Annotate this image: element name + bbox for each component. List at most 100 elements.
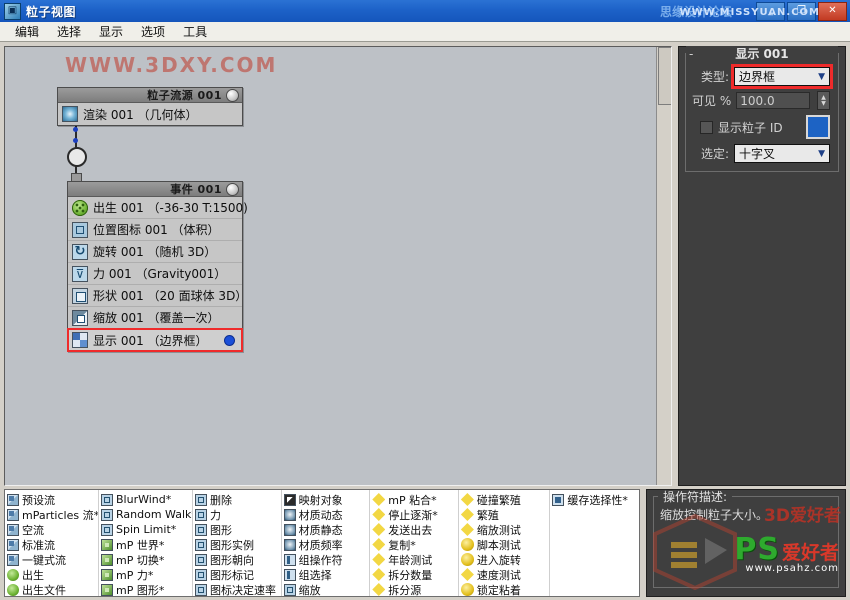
event-row-position[interactable]: 位置图标 001 （体积） bbox=[68, 219, 242, 241]
collapse-icon[interactable]: - bbox=[689, 46, 693, 62]
particle-view-canvas[interactable]: WWW.3DXY.COM 粒子流源 001 渲染 001 （几何体） 事件 00… bbox=[4, 46, 672, 486]
depot-item[interactable]: 材质频率 bbox=[283, 537, 370, 552]
type-dropdown-value: 边界框 bbox=[739, 70, 776, 84]
depot-item[interactable]: 删除 bbox=[195, 492, 281, 507]
canvas-vertical-scrollbar[interactable] bbox=[656, 47, 671, 485]
depot-item[interactable]: mParticles 流* bbox=[7, 507, 98, 522]
depot-item[interactable]: 年龄测试 bbox=[372, 552, 458, 567]
render-icon bbox=[62, 106, 78, 122]
particle-flow-source-node[interactable]: 粒子流源 001 渲染 001 （几何体） bbox=[57, 87, 243, 126]
depot-item-label: 年龄测试 bbox=[388, 553, 433, 567]
flow-icon bbox=[7, 508, 19, 521]
depot-item[interactable]: 图形标记 bbox=[195, 567, 281, 582]
event-row-birth[interactable]: 出生 001 （-36-30 T:1500) bbox=[68, 197, 248, 219]
depot-item[interactable]: 碰撞繁殖 bbox=[460, 492, 549, 507]
depot-panel[interactable]: 预设流 mParticles 流* 空流 标准流 一键式流 出生 出生文件 Bl… bbox=[4, 489, 640, 597]
depot-column-operators-c: 映射对象 材质动态 材质静态 材质频率 组操作符 组选择 缩放 bbox=[282, 490, 371, 596]
color-swatch[interactable] bbox=[806, 115, 830, 139]
depot-item[interactable]: 速度测试 bbox=[460, 567, 549, 582]
depot-item[interactable]: 拆分数量 bbox=[372, 567, 458, 582]
depot-item[interactable]: 材质静态 bbox=[283, 522, 370, 537]
depot-item[interactable]: 预设流 bbox=[7, 492, 98, 507]
event-row-rotation[interactable]: ↻ 旋转 001 （随机 3D） bbox=[68, 241, 242, 263]
depot-item[interactable]: 复制* bbox=[372, 537, 458, 552]
depot-item[interactable]: 一键式流 bbox=[7, 552, 98, 567]
depot-item[interactable]: 组操作符 bbox=[283, 552, 370, 567]
show-particle-id-checkbox[interactable] bbox=[700, 120, 713, 134]
depot-item[interactable]: mP 图形* bbox=[101, 582, 192, 597]
selected-dropdown[interactable]: 十字叉 ▼ bbox=[734, 144, 830, 163]
event-node-title: 事件 001 bbox=[170, 183, 222, 196]
depot-item-label: 组选择 bbox=[298, 568, 332, 582]
depot-item[interactable]: 标准流 bbox=[7, 537, 98, 552]
scrollbar-thumb[interactable] bbox=[658, 47, 671, 105]
rotate-icon: ↻ bbox=[72, 243, 88, 260]
depot-item[interactable]: 出生文件 bbox=[7, 582, 98, 596]
event-row-scale[interactable]: 缩放 001 （覆盖一次） bbox=[68, 307, 242, 329]
description-body: 缩放控制粒子大小。 bbox=[660, 508, 769, 522]
depot-item[interactable]: 组选择 bbox=[283, 567, 370, 582]
test-icon bbox=[372, 568, 386, 581]
flow-icon bbox=[7, 538, 19, 551]
event-input-socket[interactable] bbox=[67, 147, 87, 167]
event-row-display[interactable]: 显示 001 （边界框） bbox=[67, 328, 243, 352]
menu-select[interactable]: 选择 bbox=[48, 21, 90, 42]
mp-icon bbox=[101, 553, 113, 566]
menu-tools[interactable]: 工具 bbox=[174, 21, 216, 42]
depot-item[interactable]: 映射对象 bbox=[283, 492, 370, 507]
event-row-force[interactable]: ⊽ 力 001 （Gravity001） bbox=[68, 263, 242, 285]
depot-item[interactable]: mP 粘合* bbox=[372, 492, 458, 507]
scale-icon bbox=[72, 309, 88, 326]
depot-item[interactable]: 力 bbox=[195, 507, 281, 522]
event-row-shape[interactable]: 形状 001 （20 面球体 3D） bbox=[68, 285, 247, 307]
menu-options[interactable]: 选项 bbox=[132, 21, 174, 42]
depot-item[interactable]: mP 世界* bbox=[101, 537, 192, 552]
depot-item[interactable]: 缓存选择性* bbox=[552, 492, 639, 507]
depot-item[interactable]: Spin Limit* bbox=[101, 522, 192, 537]
depot-item[interactable]: 图标决定速率 bbox=[195, 582, 281, 596]
depot-item[interactable]: 材质动态 bbox=[283, 507, 370, 522]
menu-display[interactable]: 显示 bbox=[90, 21, 132, 42]
source-row-render[interactable]: 渲染 001 （几何体） bbox=[58, 103, 242, 125]
depot-item[interactable]: 图形朝向 bbox=[195, 552, 281, 567]
depot-item[interactable]: 空流 bbox=[7, 522, 98, 537]
depot-item[interactable]: mP 切换* bbox=[101, 552, 192, 567]
test-script-icon bbox=[460, 538, 474, 551]
depot-item[interactable]: 发送出去 bbox=[372, 522, 458, 537]
depot-column-operators-b: 删除 力 图形 图形实例 图形朝向 图形标记 图标决定速率 bbox=[193, 490, 282, 596]
depot-item[interactable]: 图形 bbox=[195, 522, 281, 537]
depot-item[interactable]: 拆分源 bbox=[372, 582, 458, 596]
depot-item-label: 图形标记 bbox=[210, 568, 254, 582]
lightbulb-icon[interactable] bbox=[226, 88, 239, 102]
depot-item[interactable]: 图形实例 bbox=[195, 537, 281, 552]
depot-item[interactable]: 停止逐渐* bbox=[372, 507, 458, 522]
menu-edit[interactable]: 编辑 bbox=[6, 21, 48, 42]
depot-item[interactable]: mP 力* bbox=[101, 567, 192, 582]
visible-input[interactable]: 100.0 bbox=[736, 92, 811, 109]
lightbulb-icon[interactable] bbox=[226, 182, 239, 196]
depot-item[interactable]: 进入旋转 bbox=[460, 552, 549, 567]
close-button[interactable]: ✕ bbox=[818, 1, 847, 21]
depot-item-label: 停止逐渐* bbox=[388, 508, 438, 522]
walk-icon bbox=[195, 583, 207, 596]
depot-item-label: mP 图形* bbox=[116, 583, 165, 597]
depot-item-label: 材质动态 bbox=[298, 508, 343, 522]
depot-item[interactable]: 繁殖 bbox=[460, 507, 549, 522]
depot-item[interactable]: 锁定粘着 bbox=[460, 582, 549, 596]
depot-item[interactable]: 出生 bbox=[7, 567, 98, 582]
depot-item-label: Random Walk* bbox=[116, 508, 192, 521]
depot-item[interactable]: 缩放测试 bbox=[460, 522, 549, 537]
depot-item-label: 复制* bbox=[388, 538, 416, 552]
test-icon bbox=[460, 508, 474, 521]
depot-item[interactable]: 脚本测试 bbox=[460, 537, 549, 552]
visible-stepper[interactable]: ▲ ▼ bbox=[817, 91, 830, 110]
type-dropdown[interactable]: 边界框 ▼ bbox=[734, 67, 830, 86]
depot-item[interactable]: Random Walk* bbox=[101, 507, 192, 522]
event-node[interactable]: 事件 001 出生 001 （-36-30 T:1500) 位置图标 001 （… bbox=[67, 181, 248, 352]
depot-item[interactable]: 缩放 bbox=[283, 582, 370, 596]
depot-item-label: 预设流 bbox=[22, 493, 55, 507]
depot-item[interactable]: BlurWind* bbox=[101, 492, 192, 507]
display-color-dot[interactable] bbox=[224, 334, 235, 346]
description-border-left bbox=[654, 496, 658, 497]
depot-item-label: 缩放测试 bbox=[476, 523, 521, 537]
